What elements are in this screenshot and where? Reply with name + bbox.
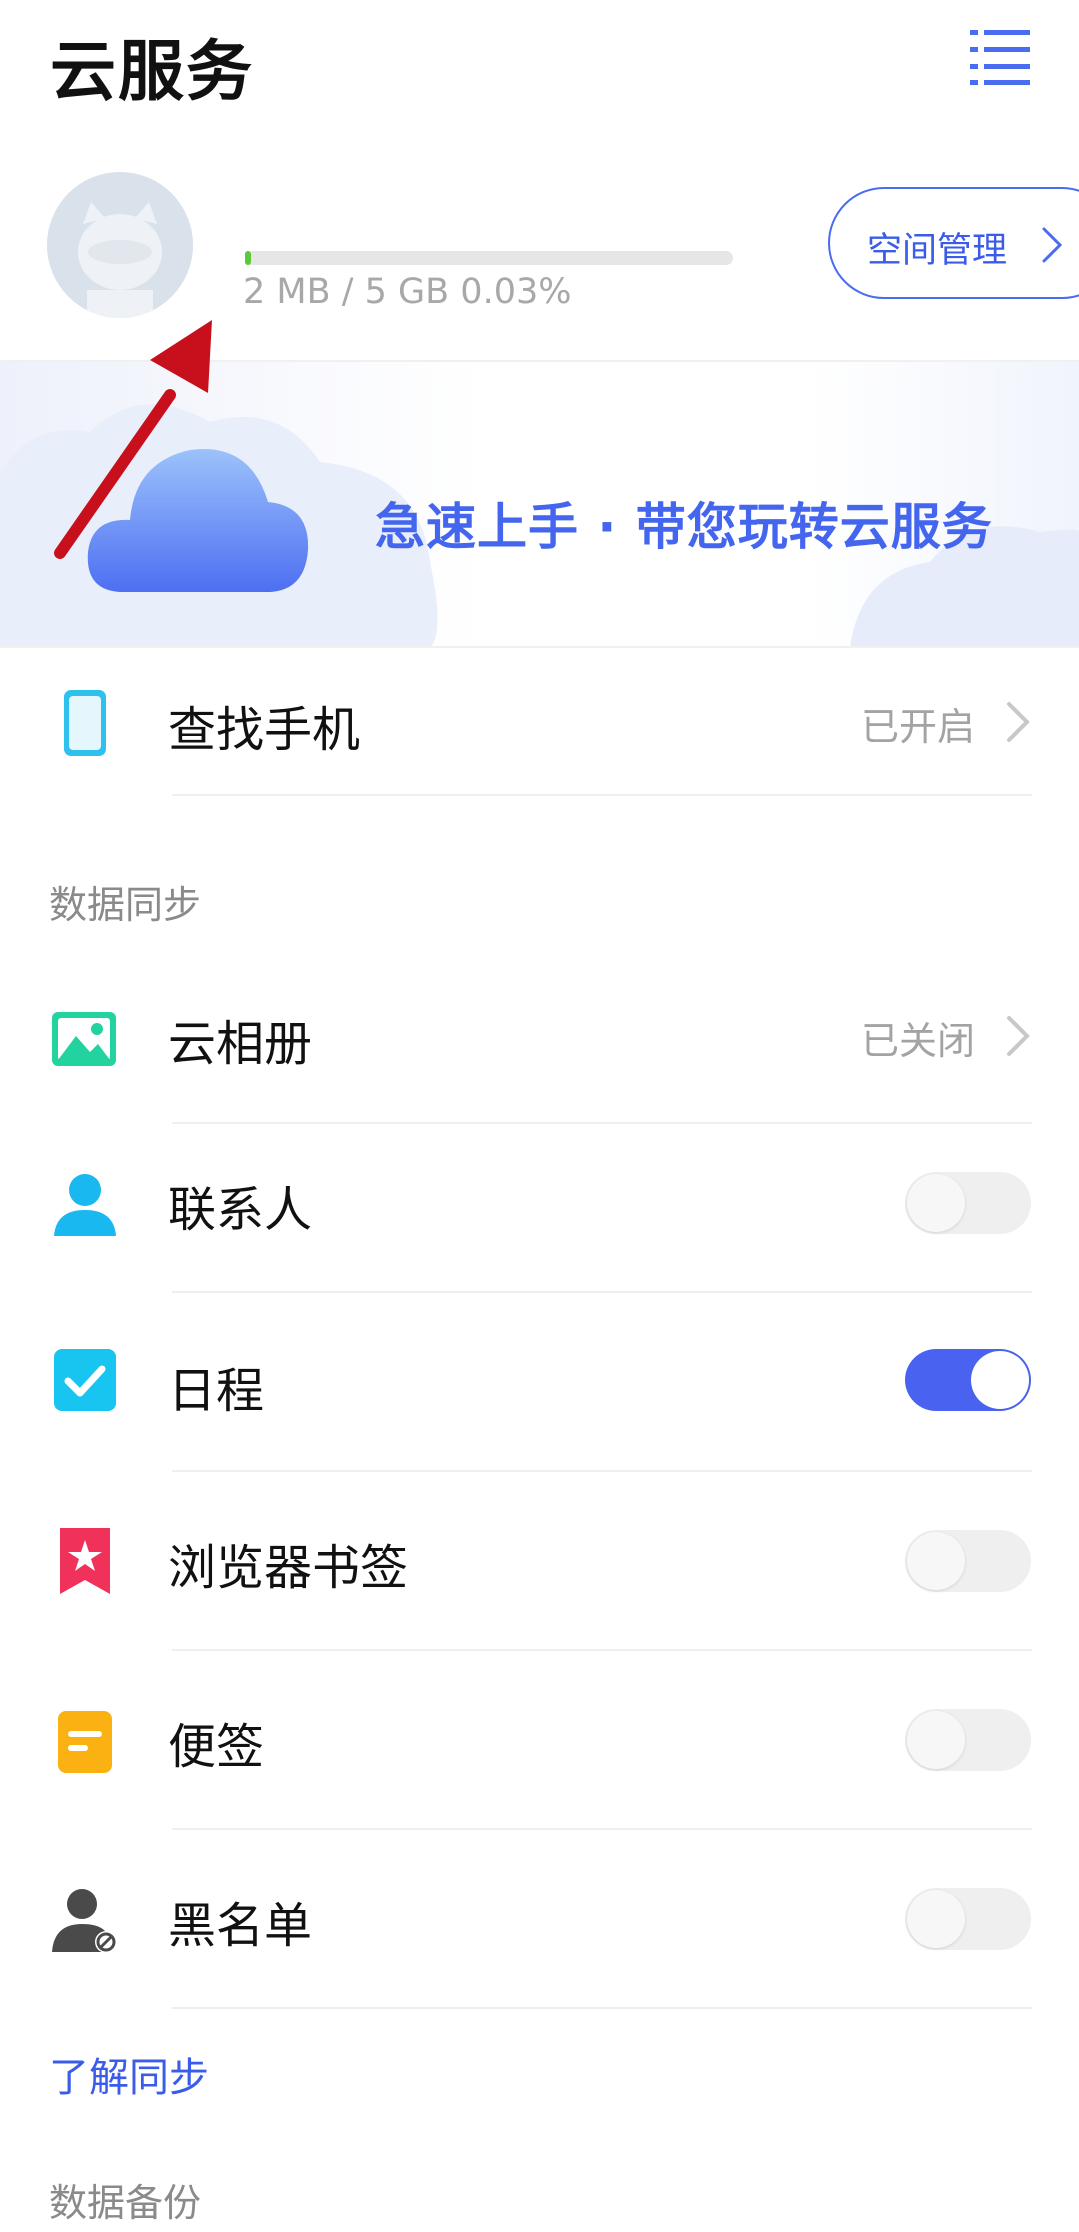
sync-item-label: 云相册 [168,1016,313,1072]
sync-row-contacts: 联系人 [0,1124,1079,1292]
storage-progress-fill [245,251,251,265]
sync-row-blacklist: 黑名单 [0,1830,1079,2008]
notes-sync-toggle[interactable] [905,1709,1031,1771]
default-avatar-icon[interactable] [47,172,193,318]
account-section: 2 MB / 5 GB 0.03% 空间管理 [0,130,1079,362]
sync-item-label: 黑名单 [168,1898,313,1954]
section-title-data-sync: 数据同步 [49,883,202,927]
phone-icon [50,688,120,758]
cloud-icon [87,449,309,592]
quick-start-banner[interactable]: 急速上手 · 带您玩转云服务 [0,362,1079,648]
sync-row-calendar: 日程 [0,1293,1079,1471]
calendar-check-icon [50,1345,120,1415]
page-title: 云服务 [50,33,254,110]
learn-sync-link[interactable]: 了解同步 [49,2045,209,2103]
find-phone-row[interactable]: 查找手机 已开启 [0,648,1079,796]
toggle-knob [907,1711,965,1769]
find-phone-status: 已开启 [860,705,975,749]
chevron-right-icon [1038,225,1068,265]
find-phone-label: 查找手机 [168,702,361,758]
toggle-knob [907,1532,965,1590]
sync-row-browser-bookmarks: 浏览器书签 [0,1472,1079,1650]
chevron-right-icon [1005,1014,1031,1058]
space-management-button[interactable]: 空间管理 [828,187,1079,299]
toggle-knob [907,1174,965,1232]
list-menu-icon[interactable] [970,28,1032,86]
sync-row-notes: 便签 [0,1651,1079,1829]
toggle-knob [971,1351,1029,1409]
contacts-sync-toggle[interactable] [905,1172,1031,1234]
divider [172,794,1032,796]
toggle-knob [907,1890,965,1948]
space-management-label: 空间管理 [867,231,1008,271]
blacklist-person-icon [50,1886,120,1956]
sync-item-label: 便签 [168,1719,265,1775]
divider [172,2007,1032,2009]
app-header: 云服务 [0,0,1079,130]
banner-text: 急速上手 · 带您玩转云服务 [375,498,993,556]
calendar-sync-toggle[interactable] [905,1349,1031,1411]
storage-usage-text: 2 MB / 5 GB 0.03% [243,272,572,312]
chevron-right-icon [1005,700,1031,744]
bookmark-star-icon [50,1526,120,1596]
note-icon [50,1707,120,1777]
sync-item-status: 已关闭 [860,1019,975,1063]
storage-progress-bar [245,251,733,265]
sync-row-cloud-album[interactable]: 云相册 已关闭 [0,968,1079,1124]
section-title-data-backup: 数据备份 [49,2181,202,2225]
photo-album-icon [50,1004,120,1074]
sync-item-label: 浏览器书签 [168,1540,409,1596]
contact-person-icon [50,1170,120,1240]
browser-bookmarks-sync-toggle[interactable] [905,1530,1031,1592]
blacklist-sync-toggle[interactable] [905,1888,1031,1950]
sync-item-label: 日程 [168,1363,265,1419]
sync-item-label: 联系人 [168,1182,313,1238]
